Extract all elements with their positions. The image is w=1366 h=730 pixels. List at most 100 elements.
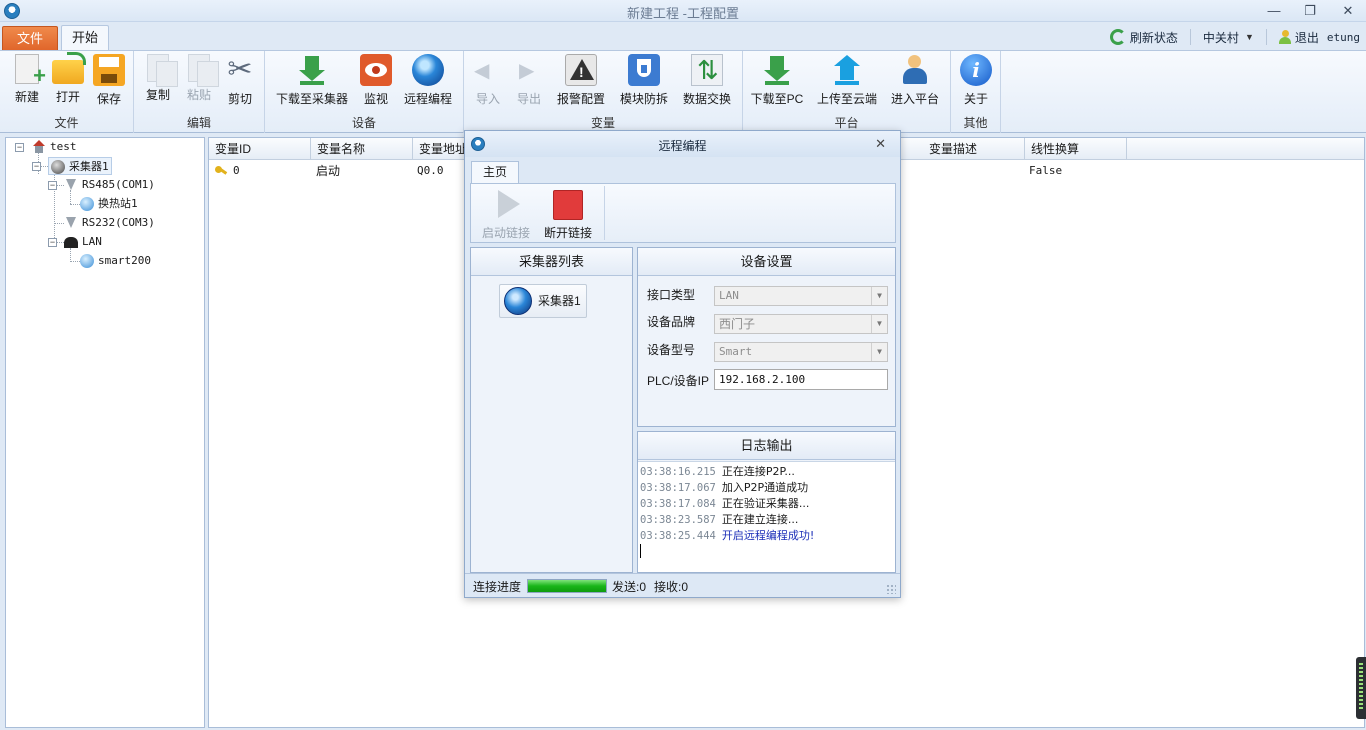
refresh-status-link[interactable]: 刷新状态 bbox=[1130, 29, 1178, 46]
project-tree: − test − 采集器1 − RS485(COM1) 换热站1 RS232(C… bbox=[5, 137, 205, 728]
paste-button[interactable]: 粘贴 bbox=[181, 54, 219, 108]
tab-home[interactable]: 主页 bbox=[471, 161, 519, 183]
stop-link-button[interactable]: 断开链接 bbox=[537, 188, 599, 241]
collapse-toggle-root[interactable]: − bbox=[15, 143, 24, 152]
cell-name[interactable]: 启动 bbox=[316, 162, 340, 180]
data-exchange-button[interactable]: 数据交换 bbox=[680, 54, 734, 108]
scissors-icon: ✂ bbox=[227, 53, 253, 86]
upload-to-cloud-button[interactable]: 上传至云端 bbox=[814, 54, 880, 108]
download-to-pc-label: 下载至PC bbox=[750, 92, 804, 106]
tree-node-rs485[interactable]: RS485(COM1) bbox=[64, 176, 155, 194]
cell-address[interactable]: Q0.0 bbox=[417, 162, 444, 180]
chevron-down-icon[interactable]: ▼ bbox=[871, 315, 887, 333]
group-edit: 复制 粘贴 ✂ 剪切 编辑 bbox=[134, 51, 265, 133]
collector-list-panel: 采集器列表 采集器1 bbox=[470, 247, 633, 573]
module-anti-tamper-button[interactable]: 模块防拆 bbox=[617, 54, 671, 108]
remote-programming-button[interactable]: 远程编程 bbox=[401, 54, 455, 108]
close-button[interactable]: ✕ bbox=[1337, 2, 1359, 20]
tree-node-smart200[interactable]: smart200 bbox=[80, 252, 151, 270]
location-dropdown[interactable]: 中关村 bbox=[1203, 29, 1239, 46]
export-arrow-icon bbox=[513, 54, 545, 86]
start-link-button[interactable]: 启动链接 bbox=[475, 188, 537, 241]
model-label: 设备型号 bbox=[647, 343, 696, 357]
download-to-collector-button[interactable]: 下载至采集器 bbox=[273, 54, 351, 108]
remote-programming-label: 远程编程 bbox=[403, 92, 452, 106]
table-row[interactable]: 0 bbox=[215, 162, 240, 180]
paste-icon bbox=[188, 54, 219, 87]
column-header-linear[interactable]: 线性换算 bbox=[1025, 138, 1127, 160]
download-to-pc-button[interactable]: 下载至PC bbox=[749, 54, 805, 108]
collapse-toggle-lan[interactable]: − bbox=[48, 238, 57, 247]
data-exchange-label: 数据交换 bbox=[682, 92, 731, 106]
dialog-tab-bar: 主页 bbox=[465, 157, 900, 183]
upload-arrow-icon bbox=[831, 54, 863, 86]
remote-programming-dialog: 远程编程 ✕ 主页 启动链接 断开链接 采集器列表 采集器1 设备设置 接口类型… bbox=[464, 130, 901, 598]
tab-file[interactable]: 文件 bbox=[2, 26, 58, 50]
tree-node-lan[interactable]: LAN bbox=[64, 233, 102, 251]
play-icon bbox=[491, 188, 521, 220]
logout-link[interactable]: 退出 bbox=[1295, 29, 1319, 46]
stop-link-label: 断开链接 bbox=[543, 226, 592, 240]
tree-node-rs232[interactable]: RS232(COM3) bbox=[64, 214, 155, 232]
monitor-button[interactable]: 监视 bbox=[357, 54, 395, 108]
interface-type-select[interactable]: LAN ▼ bbox=[714, 286, 888, 306]
new-button[interactable]: 新建 bbox=[8, 54, 46, 108]
chevron-down-icon[interactable]: ▼ bbox=[871, 287, 887, 305]
import-arrow-icon bbox=[472, 54, 504, 86]
dialog-title-bar[interactable]: 远程编程 ✕ bbox=[465, 131, 900, 157]
brand-label: 设备品牌 bbox=[647, 315, 696, 329]
open-folder-icon bbox=[52, 52, 86, 84]
tree-node-root-label: test bbox=[50, 140, 77, 153]
minimize-button[interactable]: — bbox=[1263, 2, 1285, 20]
save-button[interactable]: 保存 bbox=[90, 54, 128, 108]
open-button[interactable]: 打开 bbox=[49, 52, 87, 108]
ribbon-tab-bar: 文件 开始 刷新状态 中关村 ▼ 退出 etung bbox=[0, 22, 1366, 51]
collapse-toggle-collector[interactable]: − bbox=[32, 162, 41, 171]
key-icon bbox=[215, 166, 227, 176]
column-header-name[interactable]: 变量名称 bbox=[311, 138, 413, 160]
tree-node-collector-label: 采集器1 bbox=[69, 160, 109, 173]
warning-icon bbox=[565, 54, 597, 86]
new-label: 新建 bbox=[14, 90, 39, 104]
tab-start[interactable]: 开始 bbox=[61, 25, 109, 51]
dialog-close-button[interactable]: ✕ bbox=[875, 136, 886, 152]
tree-node-station[interactable]: 换热站1 bbox=[80, 195, 138, 213]
alarm-config-button[interactable]: 报警配置 bbox=[554, 54, 608, 108]
download-arrow-icon bbox=[761, 54, 793, 86]
dialog-title: 远程编程 bbox=[658, 139, 707, 153]
model-value: Smart bbox=[719, 345, 753, 358]
person-icon bbox=[899, 54, 931, 86]
brand-value: 西门子 bbox=[719, 317, 756, 331]
restore-button[interactable]: ❐ bbox=[1299, 2, 1321, 20]
chevron-down-icon[interactable]: ▼ bbox=[871, 343, 887, 361]
ip-input[interactable]: 192.168.2.100 bbox=[714, 369, 888, 390]
column-header-description[interactable]: 变量描述 bbox=[923, 138, 1025, 160]
log-output[interactable]: 03:38:16.215 正在连接P2P... 03:38:17.067 加入P2P… bbox=[638, 461, 895, 572]
brand-select[interactable]: 西门子 ▼ bbox=[714, 314, 888, 334]
chevron-down-icon[interactable]: ▼ bbox=[1245, 32, 1254, 42]
collector-item-label: 采集器1 bbox=[538, 294, 581, 308]
collapse-toggle-rs485[interactable]: − bbox=[48, 181, 57, 190]
enter-platform-button[interactable]: 进入平台 bbox=[888, 54, 942, 108]
cell-linear[interactable]: False bbox=[1029, 162, 1062, 180]
log-line: 03:38:25.444 开启远程编程成功! bbox=[640, 529, 815, 542]
about-button[interactable]: i 关于 bbox=[958, 54, 994, 108]
serial-port-icon bbox=[64, 216, 78, 230]
received-count: 接收:0 bbox=[654, 580, 689, 594]
cut-button[interactable]: ✂ 剪切 bbox=[222, 54, 258, 108]
tree-node-smart200-label: smart200 bbox=[98, 254, 151, 267]
collector-list-title: 采集器列表 bbox=[471, 248, 632, 276]
paste-label: 粘贴 bbox=[186, 88, 211, 102]
tree-node-root[interactable]: test bbox=[32, 138, 77, 156]
group-label-platform: 平台 bbox=[834, 116, 859, 130]
side-handle[interactable] bbox=[1356, 657, 1366, 719]
model-select[interactable]: Smart ▼ bbox=[714, 342, 888, 362]
export-button[interactable]: 导出 bbox=[511, 54, 547, 108]
copy-button[interactable]: 复制 bbox=[140, 54, 178, 108]
resize-grip-icon[interactable] bbox=[886, 584, 896, 594]
import-button[interactable]: 导入 bbox=[470, 54, 506, 108]
collector-item[interactable]: 采集器1 bbox=[499, 284, 587, 318]
stop-icon bbox=[553, 190, 583, 220]
tree-node-collector[interactable]: 采集器1 bbox=[48, 157, 112, 175]
column-header-id[interactable]: 变量ID bbox=[209, 138, 311, 160]
